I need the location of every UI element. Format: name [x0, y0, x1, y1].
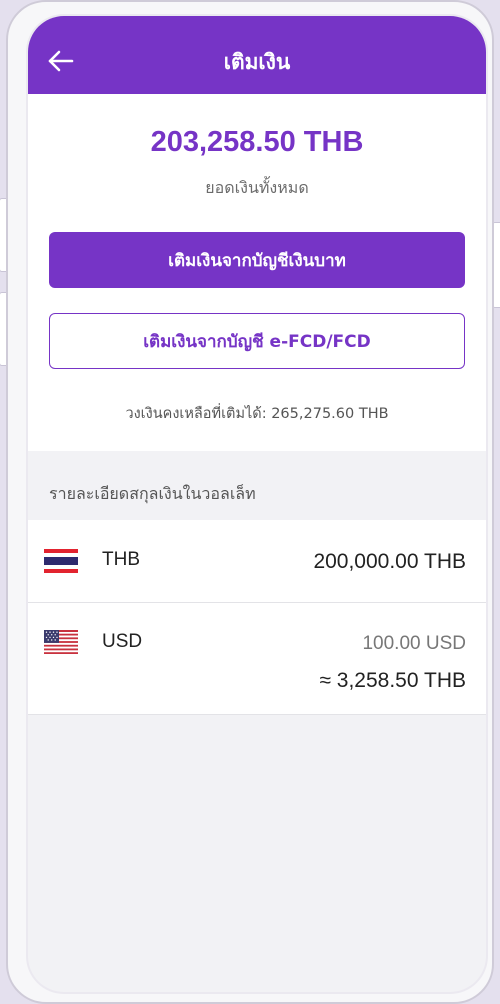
remaining-topup-limit: วงเงินคงเหลือที่เติมได้: 265,275.60 THB: [125, 406, 389, 422]
thailand-flag-icon: [44, 549, 78, 573]
currency-list: THB 200,000.00 THB USD 100.00 USD ≈ 3,25…: [28, 520, 486, 715]
arrow-left-icon: [48, 50, 74, 72]
currency-amount: 200,000.00 THB: [313, 550, 466, 573]
total-balance-amount: 203,258.50 THB: [150, 126, 364, 158]
phone-frame: เติมเงิน 203,258.50 THB ยอดเงินทั้งหมด เ…: [6, 0, 494, 1004]
topup-from-fcd-account-button[interactable]: เติมเงินจากบัญชี e-FCD/FCD: [49, 313, 465, 369]
topup-from-thb-account-button[interactable]: เติมเงินจากบัญชีเงินบาท: [49, 232, 465, 288]
topup-from-fcd-account-label: เติมเงินจากบัญชี e-FCD/FCD: [143, 331, 371, 352]
currency-converted-amount: ≈ 3,258.50 THB: [319, 669, 466, 692]
currency-code: THB: [102, 549, 140, 570]
top-bar: เติมเงิน: [28, 16, 486, 94]
page-title: เติมเงิน: [223, 49, 291, 74]
total-balance-label: ยอดเงินทั้งหมด: [205, 178, 309, 197]
currency-amount: 100.00 USD: [362, 633, 466, 654]
currency-code: USD: [102, 631, 143, 652]
balance-section: 203,258.50 THB ยอดเงินทั้งหมด เติมเงินจา…: [28, 94, 486, 451]
currency-row-usd[interactable]: USD 100.00 USD ≈ 3,258.50 THB: [28, 603, 486, 715]
topup-from-thb-account-label: เติมเงินจากบัญชีเงินบาท: [168, 250, 346, 271]
wallet-details-title: รายละเอียดสกุลเงินในวอลเล็ท: [49, 484, 256, 503]
app-screen: เติมเงิน 203,258.50 THB ยอดเงินทั้งหมด เ…: [28, 16, 486, 992]
back-button[interactable]: [46, 46, 76, 76]
usa-flag-icon: [44, 630, 78, 654]
currency-row-thb[interactable]: THB 200,000.00 THB: [28, 520, 486, 603]
